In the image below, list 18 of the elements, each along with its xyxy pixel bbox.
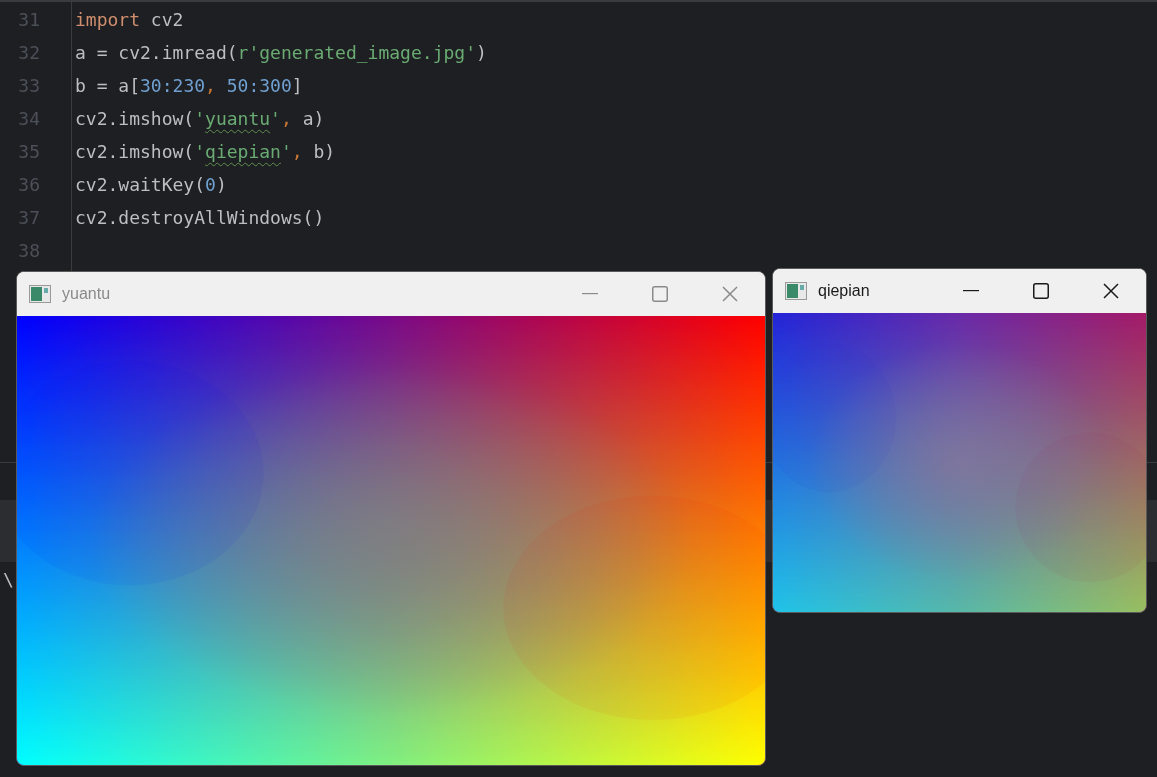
- code-fragment: \: [3, 568, 14, 592]
- code-line: cv2.waitKey(0): [75, 173, 227, 197]
- code-line: import cv2: [75, 8, 184, 32]
- app-icon: [785, 282, 807, 300]
- code-line: cv2.imshow('qiepian', b): [75, 140, 336, 164]
- minimize-icon: [582, 293, 598, 295]
- minimize-icon: [963, 290, 979, 292]
- window-title: qiepian: [818, 282, 871, 300]
- code-line: cv2.imshow('yuantu', a): [75, 107, 325, 131]
- maximize-icon: [1033, 283, 1049, 299]
- maximize-icon: [652, 286, 668, 302]
- close-icon: [1103, 283, 1119, 299]
- code-line: b = a[30:230, 50:300]: [75, 74, 303, 98]
- app-icon: [29, 285, 51, 303]
- close-icon: [722, 286, 738, 302]
- code-line: a = cv2.imread(r'generated_image.jpg'): [75, 41, 487, 65]
- code-line: cv2.destroyAllWindows(): [75, 206, 325, 230]
- window-title: yuantu: [62, 285, 112, 303]
